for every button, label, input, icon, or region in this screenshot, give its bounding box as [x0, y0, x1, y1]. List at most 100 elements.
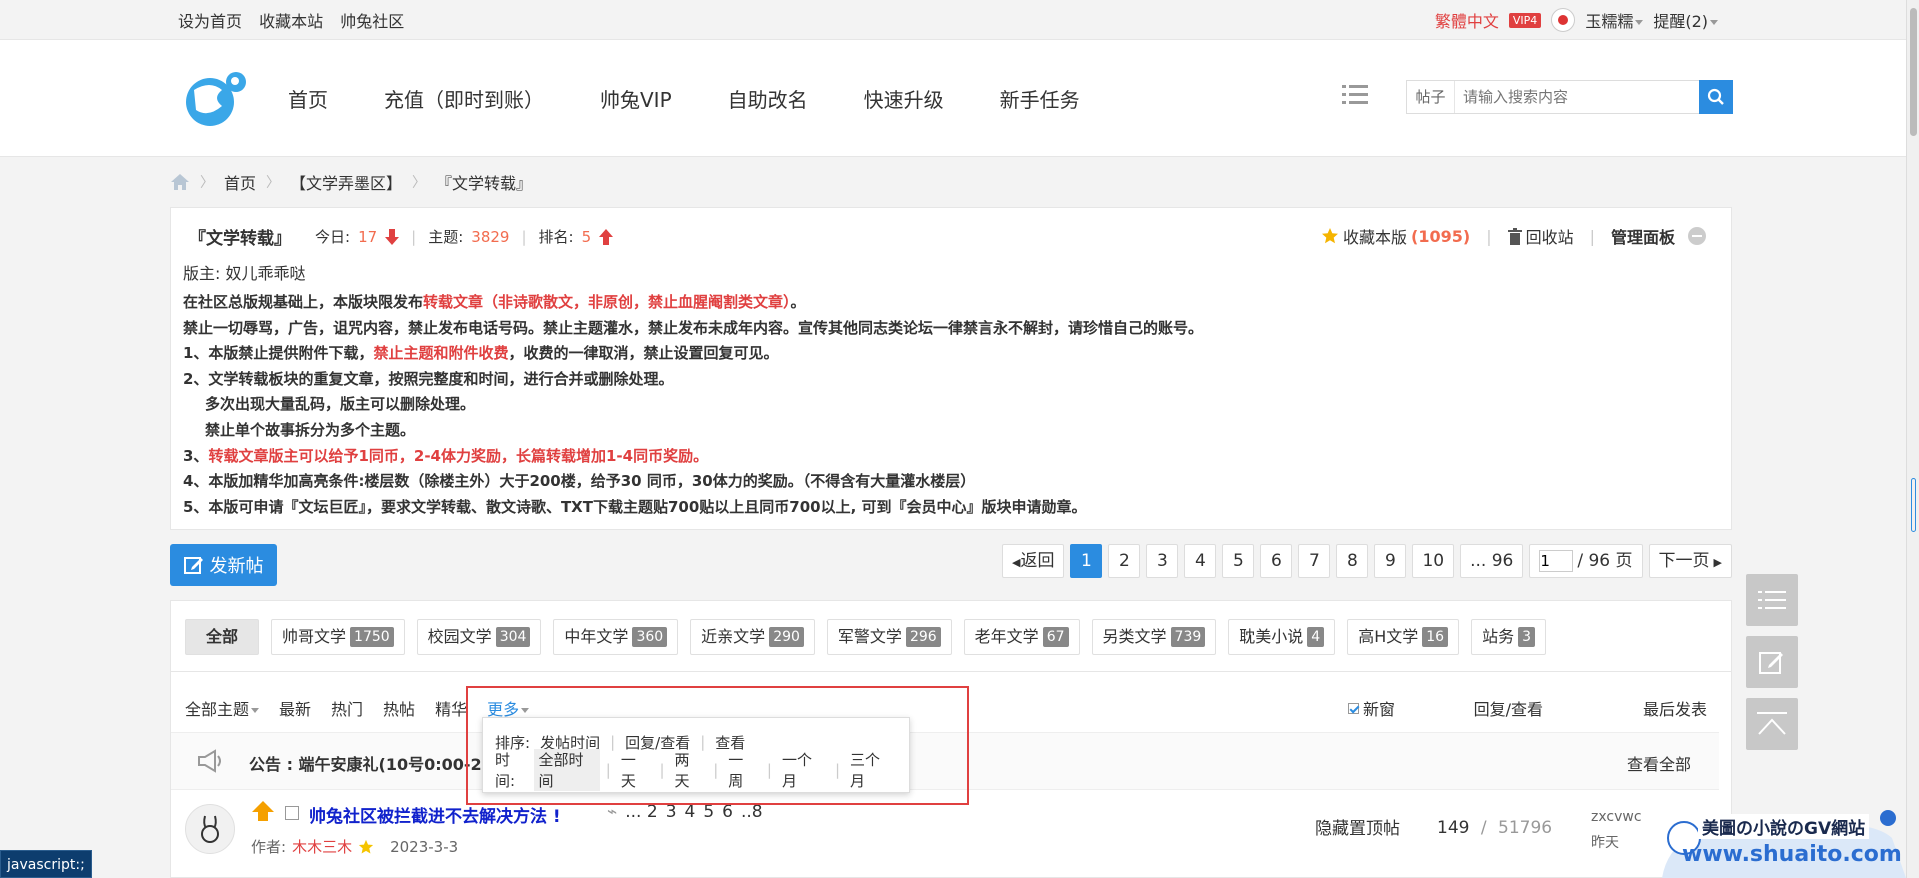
last-post-user[interactable]: zxcvwc [1591, 804, 1642, 830]
page-2[interactable]: 2 [1108, 544, 1141, 578]
rule-line: 3、转载文章版主可以给予1同币，2-4体力奖励，长篇转载增加1-4同币奖励。 [183, 444, 1203, 470]
page-jump-input[interactable] [1539, 550, 1574, 572]
stats-slash: / [1480, 818, 1487, 838]
category-item[interactable]: 军警文学 296 [826, 619, 952, 655]
category-item[interactable]: 近亲文学 290 [690, 619, 815, 655]
page-9[interactable]: 9 [1374, 544, 1407, 578]
thread-title[interactable]: 帅兔社区被拦截进不去解决方法 ! [309, 802, 561, 827]
username-menu[interactable]: 玉糯糯 [1585, 8, 1644, 32]
thread-page-link[interactable]: 4 [685, 802, 696, 822]
author-name[interactable]: 木木三木 [292, 836, 352, 857]
category-count: 3 [1518, 627, 1536, 647]
all-topics-filter[interactable]: 全部主题 [185, 696, 260, 720]
user-avatar-icon[interactable] [1551, 8, 1576, 32]
recycle-bin-button[interactable]: 回收站 [1507, 224, 1574, 248]
back-to-top-button[interactable] [1746, 698, 1798, 750]
page-4[interactable]: 4 [1184, 544, 1217, 578]
search-button[interactable] [1699, 80, 1733, 114]
breadcrumb-home[interactable]: 首页 [224, 170, 256, 194]
filter-digest[interactable]: 精华 [435, 696, 467, 720]
home-icon[interactable] [170, 173, 190, 191]
nav-vip[interactable]: 帅兔VIP [600, 84, 672, 113]
filter-hot-posts[interactable]: 热帖 [383, 696, 415, 720]
thread-page-link[interactable]: ... 2 [625, 802, 657, 822]
filter-hot[interactable]: 热门 [331, 696, 363, 720]
next-page-button[interactable]: 下一页 ▶ [1648, 544, 1732, 578]
thread-page-link[interactable]: 5 [703, 802, 714, 822]
select-checkbox[interactable] [285, 806, 299, 820]
page-last[interactable]: ... 96 [1460, 544, 1524, 578]
category-item[interactable]: 另类文学 739 [1091, 619, 1217, 655]
page-5[interactable]: 5 [1222, 544, 1255, 578]
nav-home[interactable]: 首页 [288, 84, 328, 113]
page-10[interactable]: 10 [1412, 544, 1455, 578]
category-item[interactable]: 校园文学 304 [416, 619, 542, 655]
new-post-label: 发新帖 [209, 556, 264, 577]
category-all[interactable]: 全部 [185, 619, 260, 655]
category-item[interactable]: 帅哥文学 1750 [271, 619, 405, 655]
side-post-button[interactable] [1746, 636, 1798, 688]
search-input[interactable] [1457, 81, 1693, 113]
page-3[interactable]: 3 [1146, 544, 1179, 578]
page-6[interactable]: 6 [1260, 544, 1293, 578]
rank-label: 排名: [538, 228, 574, 246]
avatar[interactable] [185, 804, 235, 854]
traditional-chinese-link[interactable]: 繁體中文 [1435, 8, 1499, 32]
breadcrumb-section[interactable]: 【文学弄墨区】 [290, 170, 402, 194]
category-item[interactable]: 中年文学 360 [553, 619, 679, 655]
back-button[interactable]: ◀返回 [1002, 544, 1065, 578]
chevron-down-icon [1710, 20, 1718, 25]
announcement-text[interactable]: 公告 : 端午安康礼(10号0:00-23 [249, 751, 493, 775]
thread-page-link[interactable]: ..8 [741, 802, 763, 822]
nav-recharge[interactable]: 充值（即时到账） [384, 84, 544, 113]
page-8[interactable]: 8 [1336, 544, 1369, 578]
filter-latest[interactable]: 最新 [279, 696, 311, 720]
forum-name[interactable]: 『文学转载』 [189, 224, 291, 249]
category-item[interactable]: 站务 3 [1471, 619, 1547, 655]
admin-panel-link[interactable]: 管理面板 [1611, 224, 1675, 248]
breadcrumb-forum[interactable]: 『文学转载』 [436, 170, 532, 194]
thread-type-label[interactable]: 隐藏置顶帖 [1315, 814, 1400, 839]
rule-highlight: 转载文章（非诗歌散文，非原创，禁止血腥阉割类文章） [423, 293, 791, 311]
category-item[interactable]: 耽美小说 4 [1228, 619, 1336, 655]
page-7[interactable]: 7 [1298, 544, 1331, 578]
edit-icon [183, 557, 203, 574]
category-item[interactable]: 老年文学 67 [963, 619, 1080, 655]
reply-view-header[interactable]: 回复/查看 [1474, 696, 1543, 720]
remind-menu[interactable]: 提醒(2) [1653, 8, 1718, 32]
checkbox-checked-icon [1347, 702, 1359, 714]
category-name: 站务 [1482, 627, 1515, 646]
nav-newbie-tasks[interactable]: 新手任务 [1000, 84, 1080, 113]
collapse-icon[interactable] [1687, 226, 1707, 246]
new-window-toggle[interactable]: 新窗 [1347, 696, 1395, 720]
view-all-link[interactable]: 查看全部 [1627, 751, 1691, 775]
search-type-select[interactable]: 帖子 [1407, 81, 1455, 113]
watermark-title: 美圖の小說のGV網站 [1698, 814, 1870, 839]
chevron-right-icon: ▶ [1713, 556, 1722, 569]
nav-upgrade[interactable]: 快速升级 [864, 84, 944, 113]
site-logo[interactable] [180, 68, 248, 128]
community-link[interactable]: 帅兔社区 [340, 12, 404, 31]
thread-page-link[interactable]: 3 [666, 802, 677, 822]
scrollbar[interactable] [1906, 0, 1919, 878]
edit-icon [1759, 652, 1783, 674]
nav-rename[interactable]: 自助改名 [728, 84, 808, 113]
category-item[interactable]: 高H文学 16 [1347, 619, 1460, 655]
rabbit-icon [201, 815, 219, 843]
new-post-button[interactable]: 发新帖 [170, 544, 277, 586]
scrollbar-thumb[interactable] [1910, 8, 1917, 136]
last-post-header[interactable]: 最后发表 [1643, 696, 1707, 720]
set-homepage-link[interactable]: 设为首页 [178, 12, 242, 31]
side-list-button[interactable] [1746, 574, 1798, 626]
rule-line: 4、本版加精华加高亮条件:楼层数（除楼主外）大于200楼，给予30 同币，30体… [183, 472, 976, 491]
category-name: 耽美小说 [1239, 627, 1304, 646]
thread-page-link[interactable]: 6 [722, 802, 733, 822]
vip-badge[interactable]: VIP4 [1508, 12, 1542, 28]
bookmark-site-link[interactable]: 收藏本站 [259, 12, 323, 31]
favorite-forum-button[interactable]: 收藏本版 (1095) [1321, 224, 1470, 248]
author-label: 作者: [251, 838, 287, 856]
page-1[interactable]: 1 [1070, 544, 1103, 578]
today-count: 17 [358, 227, 378, 246]
breadcrumb-separator-icon: 〉 [266, 175, 281, 191]
list-menu-icon[interactable] [1342, 84, 1368, 106]
